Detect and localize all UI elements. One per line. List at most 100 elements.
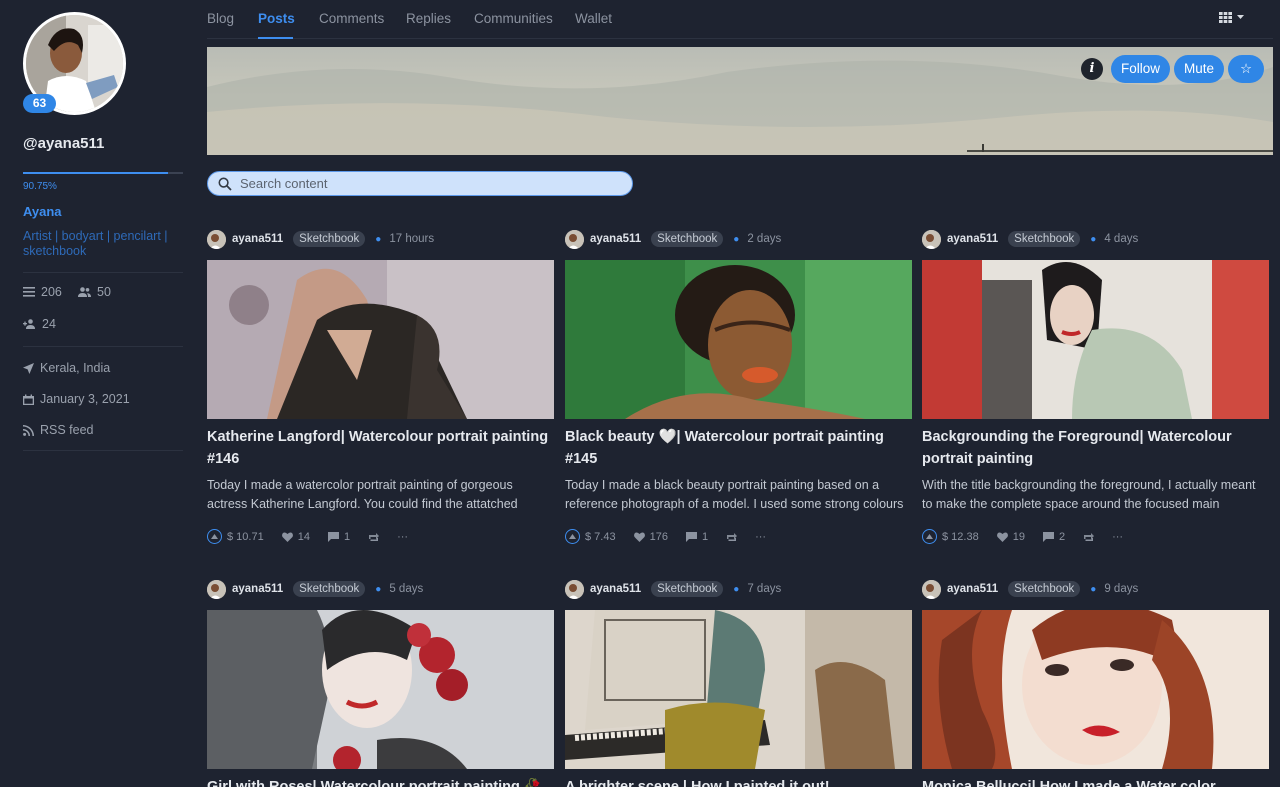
votes[interactable]: 14	[281, 531, 310, 543]
comment-count: 1	[343, 530, 351, 543]
tab-wallet[interactable]: Wallet	[575, 11, 612, 26]
follow-button[interactable]: Follow	[1110, 55, 1170, 83]
votes[interactable]: 19	[996, 530, 1025, 543]
post-card[interactable]: ayana511 Sketchbook ● 7 days A brighter …	[565, 579, 912, 787]
location-row: Kerala, India	[23, 361, 110, 375]
post-age: 2 days	[747, 233, 782, 245]
post-title[interactable]: Katherine Langford| Watercolour portrait…	[207, 426, 554, 470]
calendar-icon	[23, 394, 34, 405]
location-text: Kerala, India	[40, 361, 111, 375]
post-age: 4 days	[1104, 233, 1139, 245]
sidebar-divider	[23, 272, 183, 273]
favorite-star-button[interactable]: ☆	[1228, 55, 1264, 83]
comments[interactable]: 1	[685, 531, 708, 543]
more-icon[interactable]: ···	[397, 531, 408, 543]
layout-toggle[interactable]	[1219, 12, 1244, 23]
post-thumbnail[interactable]	[207, 260, 554, 419]
post-card[interactable]: ayana511 Sketchbook ● 4 days Backgroundi…	[922, 229, 1269, 559]
search-box[interactable]	[207, 171, 633, 196]
reblog-button[interactable]	[368, 532, 380, 542]
rss-link[interactable]: RSS feed	[40, 423, 94, 437]
post-title[interactable]: A brighter scene | How I painted it out!	[565, 776, 912, 787]
post-community-tag[interactable]: Sketchbook	[651, 231, 724, 247]
upvote-icon[interactable]	[565, 529, 580, 544]
rss-row[interactable]: RSS feed	[23, 423, 94, 437]
separator-dot-icon: ●	[375, 233, 382, 245]
profile-sidebar: 63 @ayana511 90.75% Ayana Artist | bodya…	[0, 0, 207, 787]
author-avatar[interactable]	[922, 579, 941, 599]
payout[interactable]: $ 10.71	[207, 529, 264, 544]
post-card-header: ayana511 Sketchbook ● 17 hours	[207, 229, 554, 249]
author-avatar[interactable]	[565, 229, 584, 249]
author-avatar[interactable]	[922, 229, 941, 249]
post-author[interactable]: ayana511	[947, 583, 998, 595]
comment-icon	[327, 531, 339, 542]
reblog-button[interactable]	[726, 532, 738, 542]
post-thumbnail[interactable]	[922, 260, 1269, 419]
heart-icon	[633, 531, 645, 542]
tab-communities[interactable]: Communities	[474, 11, 553, 26]
followers-stat[interactable]: 50	[78, 285, 111, 299]
info-icon[interactable]: i	[1080, 58, 1103, 80]
post-community-tag[interactable]: Sketchbook	[293, 581, 366, 597]
profile-about: Artist | bodyart | pencilart | sketchboo…	[23, 229, 168, 258]
upvote-icon[interactable]	[922, 529, 937, 544]
post-summary[interactable]: Today I made a black beauty portrait pai…	[565, 476, 912, 514]
post-author[interactable]: ayana511	[590, 233, 641, 245]
comments[interactable]: 1	[327, 530, 351, 543]
payout[interactable]: $ 7.43	[565, 529, 616, 544]
post-author[interactable]: ayana511	[232, 583, 283, 595]
post-community-tag[interactable]: Sketchbook	[651, 581, 724, 597]
reblog-icon	[368, 532, 380, 541]
tab-replies[interactable]: Replies	[406, 11, 451, 26]
author-avatar[interactable]	[207, 579, 226, 599]
tab-blog[interactable]: Blog	[207, 11, 234, 26]
post-title[interactable]: Backgrounding the Foreground| Watercolou…	[922, 426, 1269, 470]
post-author[interactable]: ayana511	[947, 233, 998, 245]
post-thumbnail[interactable]	[207, 610, 554, 769]
post-summary[interactable]: Today I made a watercolor portrait paint…	[207, 476, 554, 514]
reblog-button[interactable]	[1083, 532, 1095, 542]
post-title[interactable]: Monica Bellucci| How I made a Water colo…	[922, 776, 1269, 787]
post-card-header: ayana511 Sketchbook ● 5 days	[207, 579, 554, 599]
post-card-header: ayana511 Sketchbook ● 2 days	[565, 229, 912, 249]
comments[interactable]: 2	[1042, 531, 1065, 543]
followers-count: 50	[97, 285, 111, 299]
more-options[interactable]: ···	[755, 531, 766, 543]
more-options[interactable]: ···	[397, 531, 408, 543]
post-community-tag[interactable]: Sketchbook	[293, 231, 366, 247]
more-options[interactable]: ···	[1112, 531, 1123, 543]
more-icon[interactable]: ···	[755, 531, 766, 543]
author-avatar[interactable]	[207, 229, 226, 249]
post-thumbnail[interactable]	[565, 260, 912, 419]
post-thumbnail[interactable]	[565, 610, 912, 769]
post-author[interactable]: ayana511	[232, 233, 283, 245]
post-thumbnail[interactable]	[922, 610, 1269, 769]
following-stat[interactable]: 24	[23, 317, 56, 331]
post-count-stat[interactable]: 206	[23, 285, 62, 299]
more-icon[interactable]: ···	[1112, 531, 1123, 543]
post-card[interactable]: ayana511 Sketchbook ● 5 days Girl with R…	[207, 579, 554, 787]
post-community-tag[interactable]: Sketchbook	[1008, 231, 1081, 247]
separator-dot-icon: ●	[733, 583, 740, 595]
post-card[interactable]: ayana511 Sketchbook ● 9 days Monica Bell…	[922, 579, 1269, 787]
tab-posts[interactable]: Posts	[258, 11, 295, 26]
profile-actions: i Follow Mute ☆	[1080, 55, 1264, 83]
post-card[interactable]: ayana511 Sketchbook ● 2 days Black beaut…	[565, 229, 912, 559]
mute-button[interactable]: Mute	[1173, 55, 1224, 83]
vote-count: 19	[1012, 530, 1025, 543]
post-author[interactable]: ayana511	[590, 583, 641, 595]
tab-comments[interactable]: Comments	[319, 11, 384, 26]
post-card[interactable]: ayana511 Sketchbook ● 17 hours Katherine…	[207, 229, 554, 559]
chevron-down-icon	[1237, 15, 1244, 19]
search-input[interactable]	[240, 176, 610, 191]
post-community-tag[interactable]: Sketchbook	[1008, 581, 1081, 597]
post-title[interactable]: Girl with Roses| Watercolour portrait pa…	[207, 776, 554, 787]
votes[interactable]: 176	[633, 531, 668, 543]
comment-icon	[1042, 531, 1054, 542]
upvote-icon[interactable]	[207, 529, 222, 544]
post-title[interactable]: Black beauty 🤍| Watercolour portrait pai…	[565, 426, 912, 470]
post-summary[interactable]: With the title backgrounding the foregro…	[922, 476, 1269, 514]
author-avatar[interactable]	[565, 579, 584, 599]
payout[interactable]: $ 12.38	[922, 529, 979, 544]
